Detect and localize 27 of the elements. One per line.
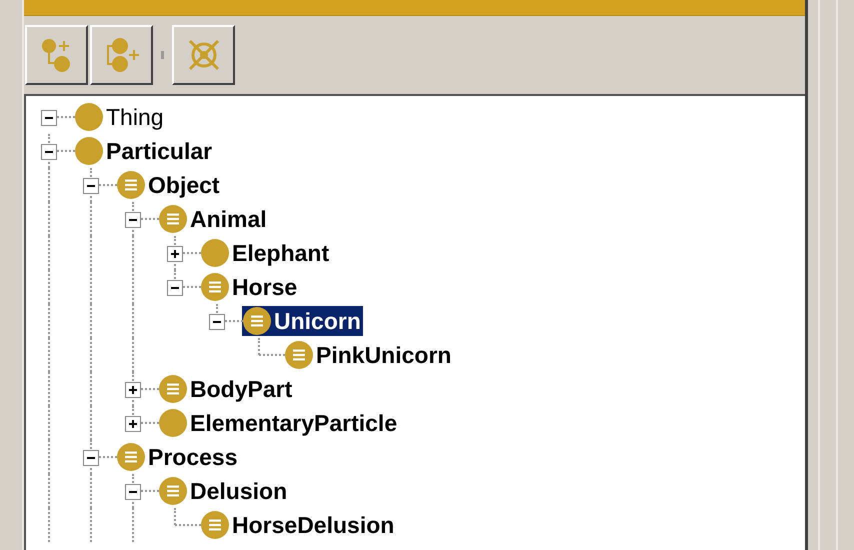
collapse-toggle-icon[interactable]	[167, 280, 183, 296]
collapse-toggle-icon[interactable]	[125, 484, 141, 500]
collapse-toggle-icon[interactable]	[209, 314, 225, 330]
expand-toggle-icon[interactable]	[125, 416, 141, 432]
tree-item[interactable]: Delusion	[158, 476, 290, 506]
collapse-toggle-icon[interactable]	[41, 144, 57, 160]
collapse-toggle-icon[interactable]	[41, 110, 57, 126]
collapse-toggle-icon[interactable]	[125, 212, 141, 228]
tree-item[interactable]: Object	[116, 170, 222, 200]
tree-item[interactable]: BodyPart	[158, 374, 294, 404]
collapse-toggle-icon[interactable]	[83, 450, 99, 466]
tree-item[interactable]: ElementaryParticle	[158, 408, 400, 438]
tree-item[interactable]: Thing	[74, 102, 166, 132]
collapse-toggle-icon[interactable]	[83, 178, 99, 194]
tree-item[interactable]: Particular	[74, 136, 214, 166]
delete-button[interactable]	[172, 25, 235, 85]
tree-item[interactable]: Horse	[200, 272, 300, 302]
add-subclass-button[interactable]	[25, 25, 88, 85]
tree-item[interactable]: Process	[116, 442, 240, 472]
tree-item[interactable]: HorseDelusion	[200, 510, 396, 540]
add-sibling-button[interactable]	[90, 25, 153, 85]
selected-tree-item[interactable]: Unicorn	[242, 306, 363, 336]
expand-toggle-icon[interactable]	[167, 246, 183, 262]
expand-toggle-icon[interactable]	[125, 382, 141, 398]
tree-item[interactable]: Elephant	[200, 238, 332, 268]
tree-item[interactable]: Animal	[158, 204, 269, 234]
tree-item[interactable]: PinkUnicorn	[284, 340, 454, 370]
